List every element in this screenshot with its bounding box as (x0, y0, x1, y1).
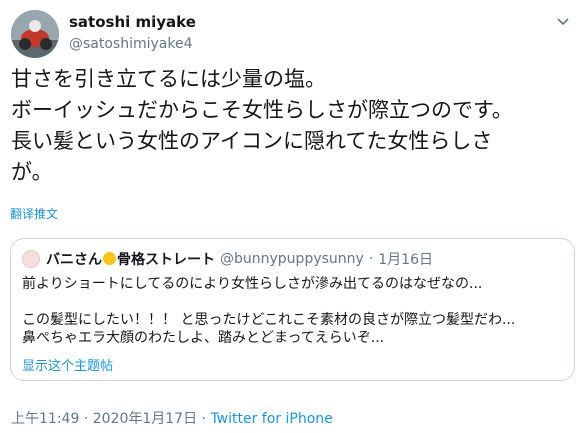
more-options-button[interactable] (552, 10, 574, 32)
quoted-author-name: バニさん 骨格ストレート (46, 252, 215, 268)
show-thread-link[interactable]: 显示这个主题帖 (22, 355, 113, 374)
quoted-line: この髪型にしたい！！！ と思ったけどこれこそ素材の良さが際立つ髪型だわ... (22, 312, 516, 328)
tweet-timestamp: 上午11:49 · 2020年1月17日 · Twitter for iPhon… (11, 411, 333, 427)
author-name[interactable]: satoshi miyake (69, 13, 196, 32)
quoted-line: 前よりショートにしてるのにより女性らしさが滲み出てるのはなぜなの... (22, 276, 483, 292)
quoted-tweet-header: バニさん 骨格ストレート @bunnypuppysunny · 1月16日 (22, 249, 433, 269)
tweet-author: satoshi miyake @satoshimiyake4 (69, 13, 196, 54)
chevron-down-icon (557, 18, 569, 26)
quoted-line: 鼻ぺちゃエラ大顔のわたしよ、踏みとどまってえらいぞ... (22, 330, 385, 346)
tweet-source-link[interactable]: Twitter for iPhone (210, 411, 332, 427)
tweet-time[interactable]: 上午11:49 (11, 411, 79, 427)
tweet-date[interactable]: 2020年1月17日 (93, 411, 197, 427)
avatar[interactable] (11, 10, 59, 58)
author-handle[interactable]: @satoshimiyake4 (69, 34, 196, 54)
lemon-icon (103, 252, 116, 265)
avatar-motorcycle-icon (11, 10, 59, 58)
translate-tweet-link[interactable]: 翻译推文 (10, 205, 58, 222)
quoted-avatar[interactable] (22, 250, 40, 268)
quoted-tweet[interactable]: バニさん 骨格ストレート @bunnypuppysunny · 1月16日 前より… (10, 238, 575, 381)
quoted-separator: · (368, 251, 374, 267)
quoted-author-handle: @bunnypuppysunny (220, 251, 364, 267)
tweet-text: 甘さを引き立てるには少量の塩。 ボーイッシュだからこそ女性らしさが際立つのです。… (11, 67, 513, 184)
quoted-tweet-text: 前よりショートにしてるのにより女性らしさが滲み出てるのはなぜなの... この髪型… (22, 275, 562, 347)
quoted-date: 1月16日 (378, 252, 433, 268)
